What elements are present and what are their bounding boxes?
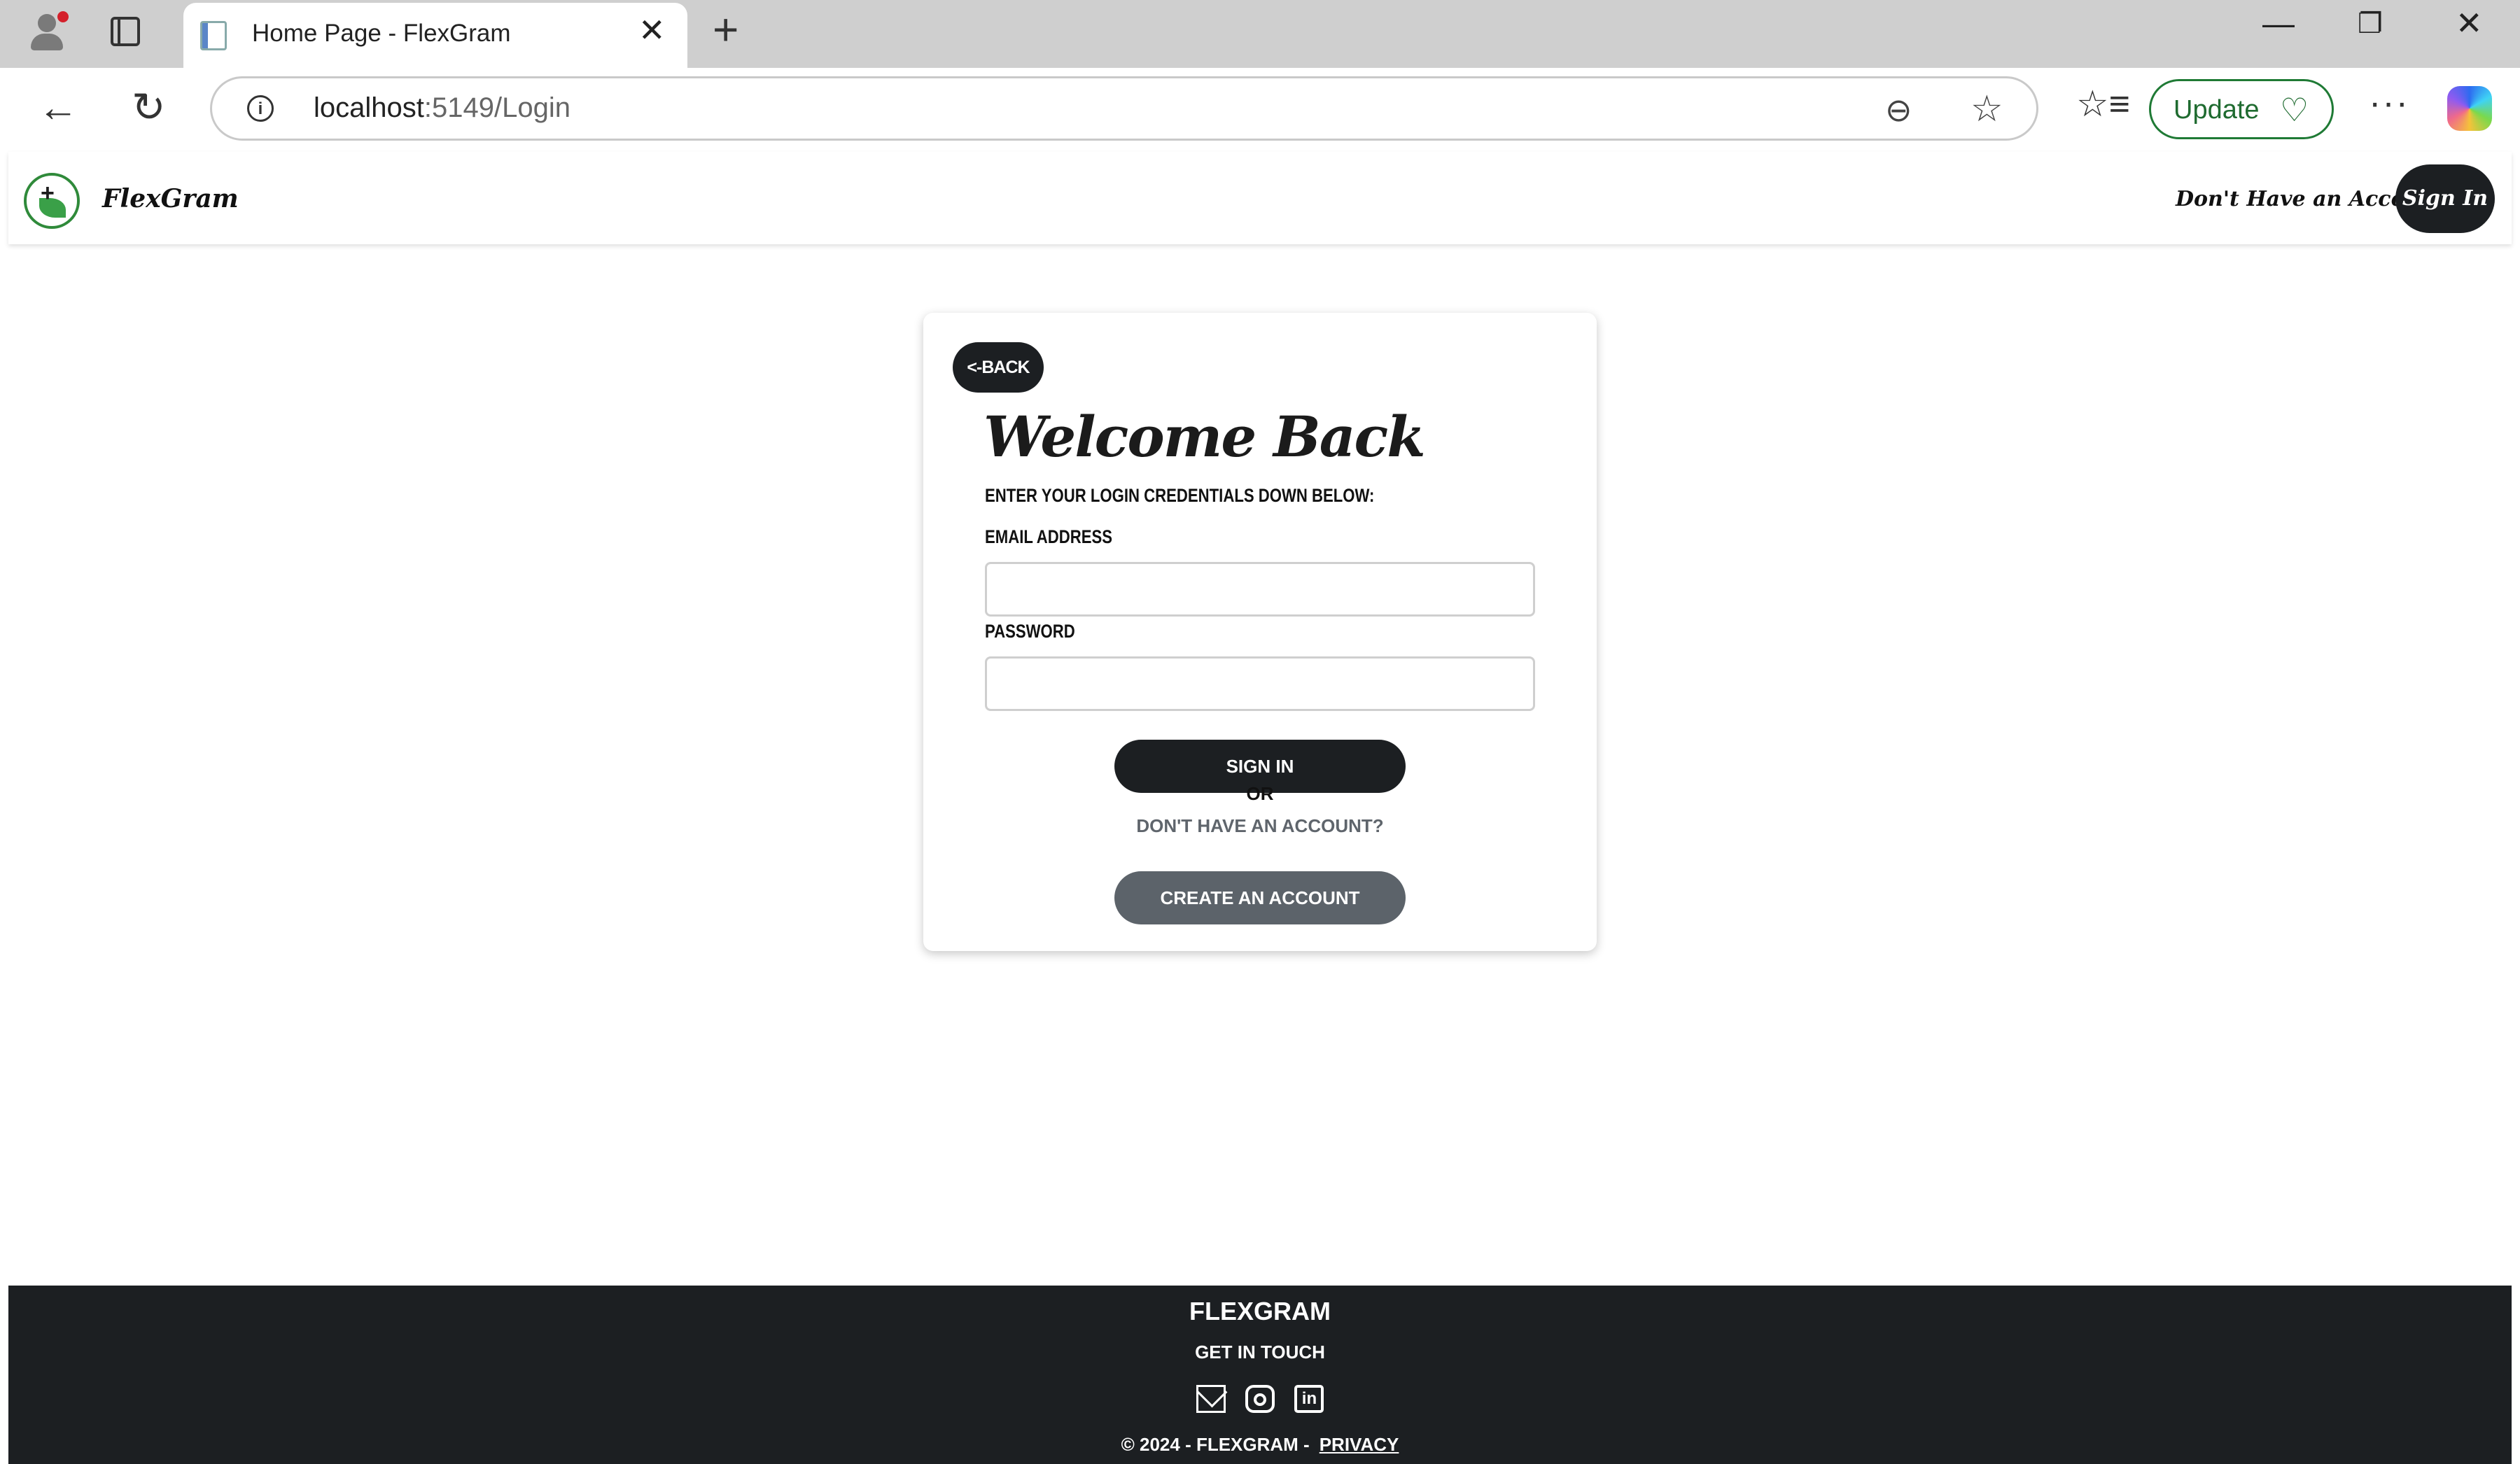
password-field[interactable] [985, 656, 1535, 711]
zoom-out-icon[interactable]: ⊖ [1885, 91, 1912, 129]
refresh-icon[interactable]: ↻ [132, 87, 166, 128]
get-in-touch: GET IN TOUCH [1195, 1342, 1325, 1363]
url-path: :5149/Login [424, 92, 570, 123]
header-sign-in-button[interactable]: Sign In [2395, 164, 2495, 233]
no-account-prompt: DON'T HAVE AN ACCOUNT? [1136, 815, 1384, 836]
favorite-star-icon[interactable]: ☆ [1970, 88, 2003, 130]
password-label: PASSWORD [985, 621, 1075, 642]
watermark-line1: Activate Windows [1924, 1162, 2244, 1208]
back-icon[interactable]: ← [38, 87, 78, 128]
copilot-icon[interactable] [2447, 86, 2492, 131]
site-info-icon[interactable]: i [247, 95, 274, 122]
create-account-button[interactable]: CREATE AN ACCOUNT [1114, 871, 1406, 924]
page-content: + FlexGram Don't Have an Account? Sign I… [8, 152, 2512, 1464]
new-tab-icon[interactable]: + [713, 7, 738, 52]
login-card: <-BACK Welcome Back ENTER YOUR LOGIN CRE… [923, 313, 1597, 951]
address-bar[interactable]: i localhost:5149/Login ⊖ ☆ [210, 76, 2038, 141]
login-subtitle: ENTER YOUR LOGIN CREDENTIALS DOWN BELOW: [985, 485, 1375, 506]
logo-icon[interactable]: + [24, 173, 80, 229]
tab-actions-icon[interactable] [111, 17, 140, 46]
login-title: Welcome Back [983, 404, 1426, 470]
restore-icon[interactable]: ❐ [2358, 10, 2383, 38]
email-label: EMAIL ADDRESS [985, 526, 1113, 547]
close-tab-icon[interactable]: ✕ [638, 14, 666, 46]
profile-icon[interactable] [27, 10, 70, 55]
update-label: Update [2174, 95, 2260, 125]
or-divider: OR [1246, 783, 1274, 804]
browser-tab[interactable]: Home Page - FlexGram ✕ [183, 3, 687, 68]
email-field[interactable] [985, 562, 1535, 617]
brand-name[interactable]: FlexGram [102, 184, 239, 213]
watermark-line2: Go to Settings to activate Windows. [1924, 1216, 2366, 1246]
browser-toolbar: ← ↻ i localhost:5149/Login ⊖ ☆ ☆≡ Update… [0, 68, 2520, 152]
url-text[interactable]: localhost:5149/Login [314, 92, 570, 124]
footer-copyright: © 2024 - FLEXGRAM - PRIVACY [8, 1434, 2512, 1456]
favorites-icon[interactable]: ☆≡ [2076, 86, 2130, 122]
copyright-text: © 2024 - FLEXGRAM - [1121, 1434, 1310, 1455]
more-icon[interactable]: ··· [2369, 82, 2409, 124]
site-footer: FLEXGRAM GET IN TOUCH in © 2024 - FLEXGR… [8, 1286, 2512, 1464]
linkedin-icon[interactable]: in [1294, 1385, 1324, 1413]
browser-titlebar: Home Page - FlexGram ✕ + — ❐ ✕ [0, 0, 2520, 68]
site-header: + FlexGram Don't Have an Account? Sign I… [8, 152, 2512, 244]
url-host: localhost [314, 92, 424, 123]
page-favicon [200, 21, 227, 50]
close-window-icon[interactable]: ✕ [2456, 7, 2483, 39]
health-icon: ♡ [2280, 92, 2309, 128]
activate-windows-watermark: Activate Windows Go to Settings to activ… [1924, 1162, 2365, 1247]
privacy-link[interactable]: PRIVACY [1320, 1434, 1399, 1455]
mail-icon[interactable] [1196, 1385, 1226, 1413]
tab-title: Home Page - FlexGram [252, 20, 511, 47]
social-links: in [8, 1385, 2512, 1413]
back-button[interactable]: <-BACK [953, 342, 1044, 393]
update-button[interactable]: Update ♡ [2149, 79, 2334, 139]
instagram-icon[interactable] [1245, 1385, 1275, 1413]
footer-brand: FLEXGRAM [1189, 1297, 1331, 1325]
minimize-icon[interactable]: — [2262, 7, 2295, 39]
